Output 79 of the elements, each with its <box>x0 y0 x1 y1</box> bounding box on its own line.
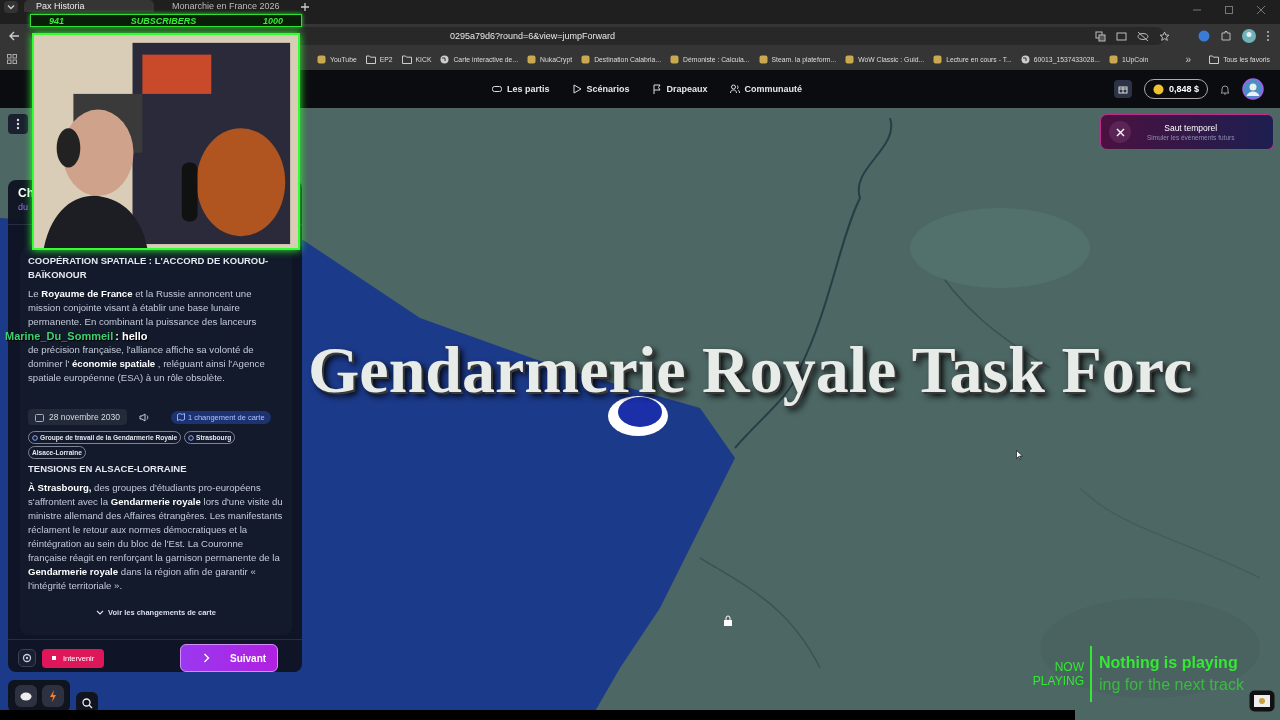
chevron-down-icon <box>96 609 105 616</box>
site-icon <box>1108 54 1118 64</box>
star-icon[interactable] <box>1159 30 1170 42</box>
panel-subtitle: du <box>18 202 29 212</box>
event-title: COOPÉRATION SPATIALE : L'ACCORD DE KOUROU-BAÏKONOUR <box>28 254 270 283</box>
folder-icon <box>1209 54 1220 64</box>
new-tab-icon[interactable] <box>300 2 310 12</box>
circle-icon <box>32 434 38 441</box>
folder-icon <box>401 54 412 64</box>
site-icon <box>581 54 591 64</box>
speaker-icon[interactable] <box>138 412 149 422</box>
date-chip: 28 novembre 2030 <box>28 409 127 426</box>
lightning-icon <box>48 690 57 702</box>
chat-username: Marine_Du_Sommeil <box>5 329 114 344</box>
site-icon <box>670 54 680 64</box>
people-icon <box>729 84 740 94</box>
nav-link[interactable]: Scénarios <box>571 84 630 94</box>
cursor-icon <box>1016 450 1023 460</box>
apps-icon[interactable] <box>7 54 17 64</box>
flag-icon <box>651 84 662 94</box>
event-text: Le Royaume de France et la Russie annoncent une mission conjointe visant à établir une base lunaire permanente. En combinant la puissance des lanceurs <box>28 287 258 330</box>
browser-tab[interactable]: Monarchie en France 2026 <box>160 0 290 12</box>
subscriber-label: SUBSCRIBERS <box>130 15 197 26</box>
toast-title: Saut temporel <box>1164 123 1218 133</box>
more-bookmarks-button[interactable]: » <box>1185 53 1192 65</box>
close-button[interactable] <box>1109 121 1131 143</box>
subscriber-count: 941 <box>49 15 65 26</box>
translate-icon[interactable] <box>1095 30 1106 42</box>
nav-link[interactable]: Drapeaux <box>651 84 708 94</box>
track-subtitle: ing for the next track <box>1099 676 1244 694</box>
site-icon <box>317 54 326 64</box>
search-icon <box>81 697 93 709</box>
close-icon[interactable] <box>1256 5 1266 15</box>
event-title: TENSIONS EN ALSACE-LORRAINE <box>28 462 188 477</box>
now-playing-label: NOW PLAYING <box>1026 646 1092 702</box>
lock-icon <box>723 615 733 627</box>
gift-button[interactable] <box>1113 80 1132 98</box>
avatar-icon[interactable] <box>1242 78 1264 100</box>
site-icon <box>527 54 537 64</box>
profile-avatar-icon[interactable] <box>1242 29 1256 43</box>
tab-list-button[interactable] <box>4 1 18 13</box>
bell-icon[interactable] <box>1220 83 1230 95</box>
coin-icon <box>1152 83 1164 95</box>
globe-icon <box>1020 54 1030 64</box>
maximize-icon[interactable] <box>1224 5 1234 15</box>
nav-link[interactable]: Communauté <box>729 84 803 94</box>
calendar-icon <box>35 412 44 422</box>
chevron-right-icon <box>203 653 210 663</box>
speech-bubble-icon <box>19 691 32 701</box>
chat-button[interactable] <box>14 685 37 707</box>
map-icon <box>176 413 185 422</box>
back-icon[interactable] <box>8 30 20 42</box>
chevron-down-icon <box>6 2 16 12</box>
gear-icon <box>22 653 32 663</box>
globe-icon <box>440 54 450 64</box>
folder-icon <box>365 54 376 64</box>
more-icon[interactable] <box>1266 30 1270 42</box>
subscriber-goal: 1000 <box>262 15 283 26</box>
play-icon <box>571 84 582 94</box>
circle-icon <box>188 434 195 441</box>
next-button[interactable]: Suivant <box>180 644 278 672</box>
settings-button[interactable] <box>18 649 36 667</box>
gift-icon <box>1117 84 1128 94</box>
track-title: Nothing is playing <box>1099 654 1239 672</box>
site-icon <box>933 54 943 64</box>
extension-logo-icon[interactable] <box>1198 30 1210 42</box>
more-icon <box>16 118 20 130</box>
lightning-button[interactable] <box>41 685 64 707</box>
menu-button[interactable] <box>8 114 28 134</box>
event-text: de précision française, l'alliance affiche sa volonté de dominer l' économie spatiale , reléguant ainsi l'Agence spatiale européenne (ESA) à un rôle obsolète. <box>28 343 266 386</box>
chat-message: : hello <box>115 329 148 344</box>
site-icon <box>758 54 768 64</box>
event-text: À Strasbourg, des groupes d'étudiants pro-européens s'affrontent avec la Gendarmerie royale lors d'une visite du ministre allemand des Affaires étrangères. Les manifestants réclament le retour aux normes démocratiques et la réintégration au sein du bloc de l'Est. La Couronne française réagit en renforçant la garnison permanente de la Gendarmerie royale dans la région afin de garantir « l'intégrité territoriale ». <box>28 481 284 594</box>
overlay-title: Gendarmerie Royale Task Forc <box>308 332 1193 408</box>
nav-link[interactable]: Les partis <box>492 84 550 94</box>
close-icon <box>1115 127 1125 137</box>
browser-tab[interactable]: Pax Historia <box>24 0 154 12</box>
site-icon <box>845 54 855 64</box>
eye-off-icon[interactable] <box>1137 30 1149 42</box>
